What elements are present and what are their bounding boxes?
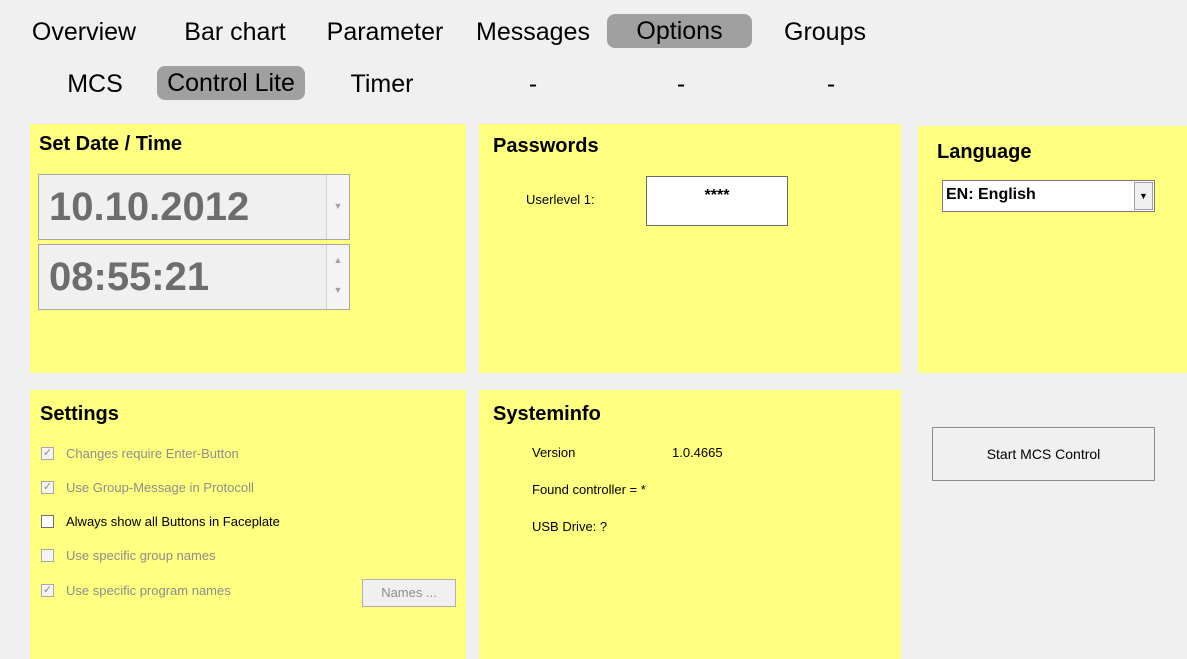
- tab-control-lite[interactable]: Control Lite: [157, 66, 305, 100]
- datetime-panel: Set Date / Time 10.10.2012 ▼ 08:55:21 ▲ …: [30, 124, 466, 373]
- date-picker[interactable]: 10.10.2012 ▼: [38, 174, 350, 240]
- group-message-label: Use Group-Message in Protocoll: [66, 480, 254, 495]
- chevron-down-icon: ▼: [1139, 191, 1148, 201]
- date-dropdown-button[interactable]: ▼: [326, 175, 349, 239]
- group-message-checkbox[interactable]: ✓: [41, 481, 54, 494]
- tab-mcs[interactable]: MCS: [30, 67, 160, 101]
- tab-empty-2[interactable]: -: [616, 67, 746, 101]
- tab-messages[interactable]: Messages: [462, 15, 604, 49]
- time-picker[interactable]: 08:55:21 ▲ ▼: [38, 244, 350, 310]
- names-button[interactable]: Names ...: [362, 579, 456, 607]
- settings-panel: Settings ✓ Changes require Enter-Button …: [30, 390, 466, 659]
- systeminfo-panel: Systeminfo Version 1.0.4665 Found contro…: [479, 390, 901, 659]
- start-mcs-control-button[interactable]: Start MCS Control: [932, 427, 1155, 481]
- userlevel-label: Userlevel 1:: [526, 192, 595, 207]
- passwords-panel: Passwords Userlevel 1: ****: [479, 124, 901, 373]
- chevron-down-icon: ▼: [333, 201, 343, 211]
- settings-title: Settings: [40, 403, 119, 425]
- tab-overview[interactable]: Overview: [18, 15, 150, 49]
- changes-require-enter-checkbox[interactable]: ✓: [41, 447, 54, 460]
- tab-timer[interactable]: Timer: [317, 67, 447, 101]
- language-dropdown-button[interactable]: ▼: [1134, 182, 1153, 210]
- language-panel: Language EN: English ▼: [918, 126, 1187, 373]
- language-selected: EN: English: [946, 186, 1036, 203]
- tab-groups[interactable]: Groups: [760, 15, 890, 49]
- specific-program-names-checkbox[interactable]: ✓: [41, 584, 54, 597]
- date-value: 10.10.2012: [49, 185, 250, 229]
- time-value: 08:55:21: [49, 255, 210, 299]
- version-label: Version: [532, 445, 576, 460]
- tab-empty-1[interactable]: -: [468, 67, 598, 101]
- tab-bar-chart[interactable]: Bar chart: [170, 15, 300, 49]
- spin-up-icon[interactable]: ▲: [327, 255, 349, 265]
- found-controller-text: Found controller = *: [532, 482, 646, 497]
- spin-down-icon[interactable]: ▼: [327, 285, 349, 295]
- tab-empty-3[interactable]: -: [766, 67, 896, 101]
- tab-parameter[interactable]: Parameter: [310, 15, 460, 49]
- show-all-buttons-label: Always show all Buttons in Faceplate: [66, 514, 280, 529]
- tab-options[interactable]: Options: [607, 14, 752, 48]
- version-value: 1.0.4665: [672, 445, 723, 460]
- show-all-buttons-checkbox[interactable]: [41, 515, 54, 528]
- language-title: Language: [937, 141, 1032, 163]
- specific-program-names-label: Use specific program names: [66, 583, 231, 598]
- usb-drive-text: USB Drive: ?: [532, 519, 608, 534]
- specific-group-names-label: Use specific group names: [66, 548, 216, 563]
- specific-group-names-checkbox[interactable]: [41, 549, 54, 562]
- systeminfo-title: Systeminfo: [493, 403, 601, 425]
- passwords-title: Passwords: [493, 135, 599, 157]
- changes-require-enter-label: Changes require Enter-Button: [66, 446, 239, 461]
- userlevel-password-input[interactable]: ****: [646, 176, 788, 226]
- time-spinner[interactable]: ▲ ▼: [326, 245, 349, 309]
- datetime-title: Set Date / Time: [39, 133, 183, 155]
- language-select[interactable]: EN: English ▼: [942, 180, 1155, 212]
